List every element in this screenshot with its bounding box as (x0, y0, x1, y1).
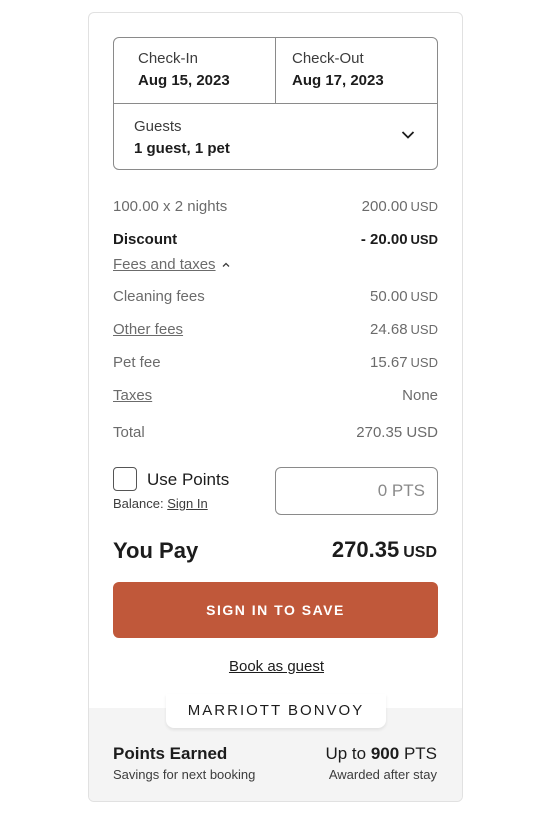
guests-selector[interactable]: Guests 1 guest, 1 pet (114, 103, 437, 169)
taxes-link[interactable]: Taxes (113, 387, 152, 404)
check-in-field[interactable]: Check-In Aug 15, 2023 (114, 38, 276, 103)
up-to-value: 900 (370, 744, 400, 763)
fees-and-taxes-toggle[interactable]: Fees and taxes (113, 256, 230, 273)
total-amount: 270.35 USD (356, 424, 438, 441)
discount-amount: - 20.00 (360, 231, 408, 248)
pet-fee-amount: 15.67 (370, 354, 408, 371)
stay-details-box: Check-In Aug 15, 2023 Check-Out Aug 17, … (113, 37, 438, 170)
discount-label: Discount (113, 231, 178, 248)
check-out-field[interactable]: Check-Out Aug 17, 2023 (276, 38, 438, 103)
book-as-guest-link[interactable]: Book as guest (89, 658, 462, 675)
sign-in-link[interactable]: Sign In (167, 496, 207, 511)
nightly-rate-amount: 200.00 (361, 198, 408, 215)
you-pay-total: 270.35 USD (332, 537, 437, 563)
use-points-checkbox[interactable] (113, 467, 137, 491)
points-earned-subtitle: Savings for next booking (113, 767, 256, 782)
marriott-bonvoy-logo: MARRIOTT BONVOY (166, 694, 386, 728)
currency-label: USD (410, 289, 438, 304)
check-out-label: Check-Out (292, 50, 364, 67)
pet-fee-row: Pet fee 15.67 USD (113, 354, 438, 374)
check-out-date: Aug 17, 2023 (292, 72, 384, 89)
up-to-prefix: Up to (325, 744, 367, 763)
taxes-value: None (402, 387, 438, 404)
balance-label: Balance: (113, 496, 164, 511)
cleaning-fees-row: Cleaning fees 50.00 USD (113, 288, 438, 308)
currency-label: USD (410, 232, 438, 247)
chevron-up-icon (222, 262, 230, 267)
discount-row: Discount - 20.00 USD (113, 231, 438, 251)
guests-label: Guests (134, 118, 182, 135)
nightly-rate-label: 100.00 x 2 nights (113, 198, 228, 215)
total-label: Total (113, 424, 145, 441)
pet-fee-label: Pet fee (113, 354, 161, 371)
you-pay-label: You Pay (113, 538, 199, 563)
sign-in-to-save-button[interactable]: SIGN IN TO SAVE (113, 582, 438, 638)
points-earned-title: Points Earned (113, 744, 228, 763)
booking-summary-card: Check-In Aug 15, 2023 Check-Out Aug 17, … (88, 12, 463, 802)
points-up-to: Up to 900 PTS (325, 744, 437, 764)
fees-and-taxes-label: Fees and taxes (113, 256, 216, 273)
use-points-label: Use Points (147, 470, 230, 489)
currency-label: USD (410, 355, 438, 370)
total-row: Total 270.35 USD (113, 424, 438, 444)
guests-value: 1 guest, 1 pet (134, 140, 230, 157)
points-input[interactable] (275, 467, 438, 515)
you-pay-currency: USD (403, 544, 437, 561)
you-pay-amount: 270.35 (331, 537, 400, 562)
other-fees-link[interactable]: Other fees (113, 321, 183, 338)
other-fees-amount: 24.68 (370, 321, 408, 338)
up-to-unit: PTS (403, 744, 437, 763)
cleaning-fees-label: Cleaning fees (113, 288, 205, 305)
taxes-row: Taxes None (113, 387, 438, 407)
awarded-after-stay-note: Awarded after stay (328, 767, 437, 782)
currency-label: USD (410, 199, 438, 214)
check-in-date: Aug 15, 2023 (138, 72, 230, 89)
check-in-label: Check-In (138, 50, 199, 67)
cleaning-fees-amount: 50.00 (370, 288, 408, 305)
chevron-down-icon (401, 131, 415, 139)
nightly-rate-row: 100.00 x 2 nights 200.00 USD (113, 198, 438, 218)
currency-label: USD (410, 322, 438, 337)
points-balance: Balance: Sign In (113, 496, 208, 511)
other-fees-row: Other fees 24.68 USD (113, 321, 438, 341)
